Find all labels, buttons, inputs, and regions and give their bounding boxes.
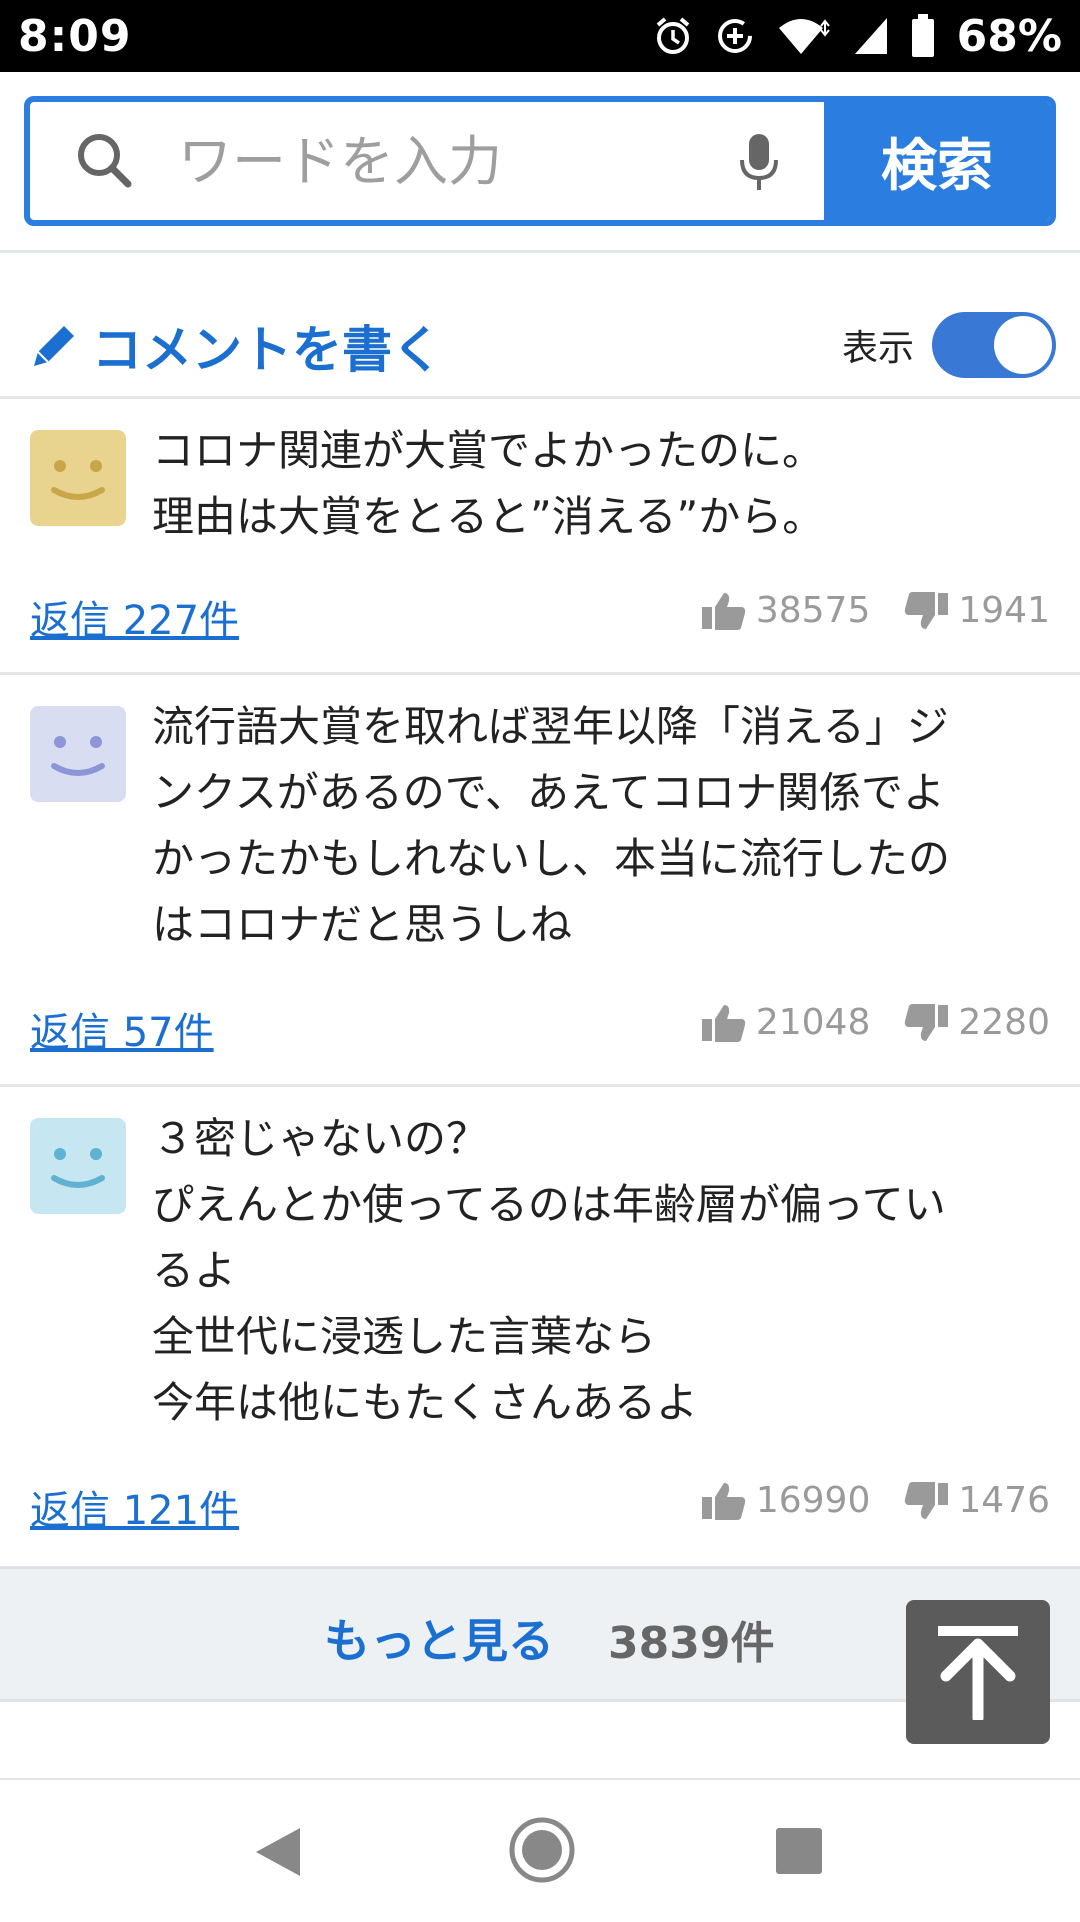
avatar (30, 706, 126, 802)
search-field (30, 102, 824, 220)
search-button[interactable]: 検索 (824, 102, 1050, 220)
reply-link[interactable]: 返信 121件 (30, 1478, 239, 1536)
status-bar: 8:09 68% (0, 0, 1080, 72)
status-icons: 68% (653, 11, 1062, 62)
like-button[interactable]: 38575 (701, 590, 871, 631)
avatar (30, 430, 126, 526)
thumbs-up-icon (701, 592, 746, 630)
home-icon[interactable] (508, 1816, 576, 1884)
thumbs-down-icon (905, 591, 949, 629)
more-comments-label[interactable]: もっと見る (324, 1605, 554, 1671)
comment-item: コロナ関連が大賞でよかったのに。 理由は大賞をとると”消える”から。 返信 22… (0, 398, 1080, 672)
like-button[interactable]: 16990 (701, 1480, 871, 1521)
dislike-count: 1476 (958, 1480, 1050, 1521)
battery-icon (911, 14, 935, 58)
comment-text: コロナ関連が大賞でよかったのに。 理由は大賞をとると”消える”から。 (152, 426, 825, 541)
dislike-count: 2280 (958, 1002, 1050, 1043)
signal-icon (853, 16, 889, 56)
toggle-label: 表示 (841, 328, 914, 369)
reaction-bar: 21048 2280 (701, 1002, 1050, 1043)
avatar-bg (30, 430, 126, 526)
comment-count: 3839件 (608, 1618, 775, 1669)
microphone-icon[interactable] (734, 132, 784, 192)
search-input[interactable] (176, 128, 720, 194)
like-count: 16990 (755, 1480, 871, 1521)
back-icon[interactable] (254, 1826, 302, 1878)
comment-text: 流行語大賞を取れば翌年以降「消える」ジ ンクスがあるので、あえてコロナ関係でよ … (152, 702, 951, 949)
navigation-bar (0, 1778, 1080, 1922)
reaction-bar: 38575 1941 (701, 590, 1050, 631)
data-saver-icon (715, 16, 755, 56)
thumbs-down-icon (905, 1003, 949, 1041)
like-count: 21048 (755, 1002, 871, 1043)
search-icon (78, 134, 132, 188)
dislike-button[interactable]: 1476 (904, 1480, 1050, 1521)
scroll-to-top-button[interactable] (906, 1600, 1050, 1744)
thumbs-down-icon (905, 1481, 949, 1519)
comment-item: ３密じゃないの？ ぴえんとか使ってるのは年齢層が偏ってい るよ 全世代に浸透した… (0, 1086, 1080, 1564)
display-toggle-group: 表示 (842, 312, 1056, 378)
divider (0, 250, 1080, 253)
display-toggle[interactable] (932, 312, 1056, 378)
write-comment-link[interactable]: コメントを書く (30, 310, 442, 382)
alarm-icon (653, 16, 693, 56)
thumbs-up-icon (701, 1004, 746, 1042)
write-comment-label: コメントを書く (92, 321, 442, 379)
toggle-knob (994, 316, 1052, 374)
comment-text: ３密じゃないの？ ぴえんとか使ってるのは年齢層が偏ってい るよ 全世代に浸透した… (152, 1114, 946, 1427)
dislike-count: 1941 (958, 590, 1050, 631)
search-bar: 検索 (24, 96, 1056, 226)
reply-link[interactable]: 返信 57件 (30, 1000, 214, 1058)
battery-percent: 68% (956, 10, 1062, 62)
wifi-icon (777, 16, 831, 56)
like-button[interactable]: 21048 (701, 1002, 871, 1043)
dislike-button[interactable]: 2280 (904, 1002, 1050, 1043)
arrow-up-icon (938, 1626, 1018, 1720)
thumbs-up-icon (701, 1482, 746, 1520)
comment-item: 流行語大賞を取れば翌年以降「消える」ジ ンクスがあるので、あえてコロナ関係でよ … (0, 674, 1080, 1084)
pencil-icon (34, 326, 74, 366)
avatar (30, 1118, 126, 1214)
dislike-button[interactable]: 1941 (904, 590, 1050, 631)
status-time: 8:09 (18, 10, 132, 62)
reaction-bar: 16990 1476 (701, 1480, 1050, 1521)
reply-link[interactable]: 返信 227件 (30, 588, 239, 646)
like-count: 38575 (755, 590, 871, 631)
recent-apps-icon[interactable] (776, 1828, 822, 1874)
